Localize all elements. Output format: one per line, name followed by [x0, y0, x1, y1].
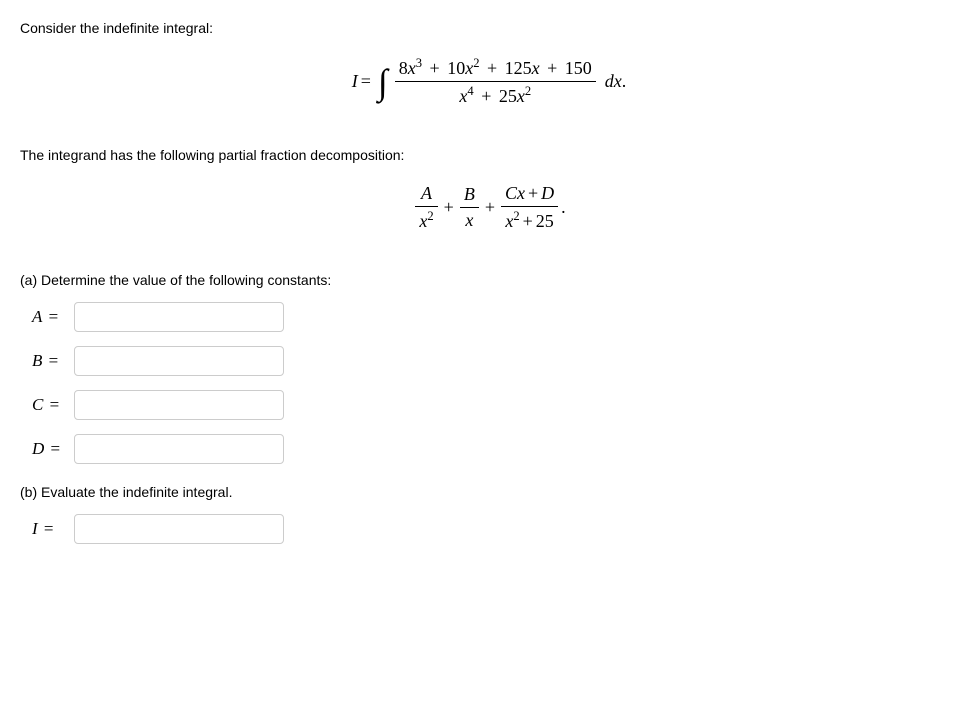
input-row-D: D = [32, 434, 958, 464]
intro-text: Consider the indefinite integral: [20, 20, 958, 36]
input-row-C: C = [32, 390, 958, 420]
decomp-term2: B x [460, 184, 479, 231]
part-a-heading: (a) Determine the value of the following… [20, 272, 958, 288]
input-I[interactable] [74, 514, 284, 544]
input-row-B: B = [32, 346, 958, 376]
input-row-I: I = [32, 514, 958, 544]
part-b-heading: (b) Evaluate the indefinite integral. [20, 484, 958, 500]
integral-sign: ∫ [378, 61, 388, 103]
integral-display: I = ∫ 8x3 + 10x2 + 125x + 150 x4 + 25x2 … [20, 56, 958, 107]
input-A[interactable] [74, 302, 284, 332]
input-C[interactable] [74, 390, 284, 420]
decomp-term1: A x2 [415, 183, 437, 232]
decomp-term3: Cx+D x2+25 [501, 183, 558, 232]
input-row-A: A = [32, 302, 958, 332]
decomp-display: A x2 + B x + Cx+D x2+25 . [20, 183, 958, 232]
input-B[interactable] [74, 346, 284, 376]
integral-fraction: 8x3 + 10x2 + 125x + 150 x4 + 25x2 [395, 56, 596, 107]
decomp-intro-text: The integrand has the following partial … [20, 147, 958, 163]
integral-lhs: I [352, 71, 358, 92]
input-D[interactable] [74, 434, 284, 464]
